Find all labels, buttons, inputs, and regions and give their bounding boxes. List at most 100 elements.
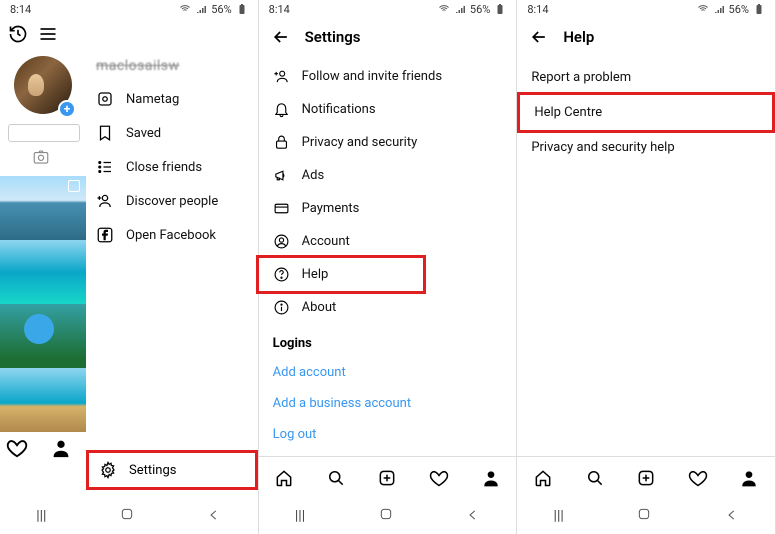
row-notifications[interactable]: Notifications — [259, 93, 517, 126]
info-circle-icon — [273, 299, 290, 316]
hamburger-icon[interactable] — [38, 24, 58, 44]
photo-thumb[interactable] — [0, 304, 86, 368]
profile-avatar[interactable]: + — [14, 56, 74, 116]
tag-photos-icon[interactable] — [32, 148, 86, 170]
nav-home[interactable] — [378, 506, 394, 526]
megaphone-icon — [273, 167, 290, 184]
nav-recents[interactable]: ||| — [36, 508, 46, 524]
menu-discover[interactable]: Discover people — [86, 184, 258, 218]
back-arrow-icon[interactable] — [271, 27, 291, 47]
wifi-icon — [179, 3, 191, 15]
row-help[interactable]: Help — [256, 255, 426, 294]
row-account[interactable]: Account — [259, 225, 517, 258]
menu-label: Close friends — [126, 160, 202, 175]
battery-percent: 56% — [211, 3, 231, 16]
back-arrow-icon[interactable] — [529, 27, 549, 47]
heart-icon[interactable] — [6, 437, 28, 459]
search-icon[interactable] — [326, 468, 346, 488]
row-privacy[interactable]: Privacy and security — [259, 126, 517, 159]
status-right: 56% — [438, 3, 506, 16]
row-logout[interactable]: Log out — [259, 419, 517, 450]
nav-recents[interactable]: ||| — [295, 508, 305, 524]
heart-icon[interactable] — [429, 468, 449, 488]
add-person-icon — [96, 192, 114, 210]
nav-back[interactable] — [207, 507, 221, 526]
lock-icon — [273, 134, 290, 151]
signal-icon — [195, 3, 207, 15]
row-ads[interactable]: Ads — [259, 159, 517, 192]
gear-icon — [99, 461, 117, 479]
menu-saved[interactable]: Saved — [86, 116, 258, 150]
android-nav: ||| — [259, 498, 517, 534]
heart-icon[interactable] — [688, 468, 708, 488]
menu-settings[interactable]: Settings — [86, 450, 258, 490]
status-right: 56% — [697, 3, 765, 16]
row-label: Help — [302, 267, 329, 282]
nav-back[interactable] — [725, 507, 739, 526]
menu-facebook[interactable]: Open Facebook — [86, 218, 258, 252]
android-nav: ||| — [0, 498, 258, 534]
menu-panel: 8:14 56% + — [0, 0, 259, 534]
status-time: 8:14 — [10, 3, 31, 16]
status-time: 8:14 — [269, 3, 290, 16]
row-label: Help Centre — [534, 105, 602, 120]
nav-back[interactable] — [466, 507, 480, 526]
row-about[interactable]: About — [259, 291, 517, 324]
row-add-business[interactable]: Add a business account — [259, 388, 517, 419]
search-icon[interactable] — [585, 468, 605, 488]
row-follow-invite[interactable]: Follow and invite friends — [259, 60, 517, 93]
add-post-icon[interactable] — [377, 468, 397, 488]
signal-icon — [713, 3, 725, 15]
nav-recents[interactable]: ||| — [554, 508, 564, 524]
home-icon[interactable] — [274, 468, 294, 488]
row-add-account[interactable]: Add account — [259, 357, 517, 388]
home-icon[interactable] — [533, 468, 553, 488]
photo-thumb[interactable] — [0, 240, 86, 304]
menu-label: Nametag — [126, 92, 179, 107]
row-payments[interactable]: Payments — [259, 192, 517, 225]
photo-thumb[interactable] — [0, 176, 86, 240]
profile-icon[interactable] — [50, 437, 72, 459]
row-help-centre[interactable]: Help Centre — [517, 92, 775, 133]
add-person-icon — [273, 68, 290, 85]
row-privacy-help[interactable]: Privacy and security help — [517, 130, 775, 165]
nav-home[interactable] — [636, 506, 652, 526]
question-circle-icon — [273, 266, 290, 283]
menu-nametag[interactable]: Nametag — [86, 82, 258, 116]
signal-icon — [454, 3, 466, 15]
menu-close-friends[interactable]: Close friends — [86, 150, 258, 184]
photo-grid — [0, 176, 86, 432]
add-story-icon[interactable]: + — [58, 100, 76, 118]
photo-thumb[interactable] — [0, 368, 86, 432]
nav-home[interactable] — [119, 506, 135, 526]
status-bar: 8:14 56% — [517, 0, 775, 18]
row-label: Ads — [302, 168, 325, 183]
row-label: Add account — [273, 365, 346, 380]
battery-percent: 56% — [729, 3, 749, 16]
status-bar: 8:14 56% — [259, 0, 517, 18]
row-label: Payments — [302, 201, 360, 216]
battery-icon — [753, 3, 765, 15]
bookmark-icon — [96, 124, 114, 142]
username-label[interactable]: maclosailsw — [86, 50, 258, 82]
menu-label: Open Facebook — [126, 228, 216, 243]
row-label: Notifications — [302, 102, 376, 117]
add-post-icon[interactable] — [636, 468, 656, 488]
profile-icon[interactable] — [481, 468, 501, 488]
like-row — [0, 432, 86, 464]
bottom-nav — [517, 456, 775, 498]
status-time: 8:14 — [527, 3, 548, 16]
row-label: Report a problem — [531, 70, 631, 85]
edit-profile-box[interactable] — [8, 124, 80, 142]
history-icon[interactable] — [8, 24, 28, 44]
status-bar: 8:14 56% — [0, 0, 258, 18]
card-icon — [273, 200, 290, 217]
profile-column: + — [0, 50, 86, 528]
list-icon — [96, 158, 114, 176]
bottom-nav — [259, 456, 517, 498]
profile-icon[interactable] — [739, 468, 759, 488]
settings-panel: 8:14 56% Settings Follow and invite frie… — [259, 0, 518, 534]
battery-icon — [494, 3, 506, 15]
settings-label: Settings — [129, 463, 176, 478]
row-report-problem[interactable]: Report a problem — [517, 60, 775, 95]
